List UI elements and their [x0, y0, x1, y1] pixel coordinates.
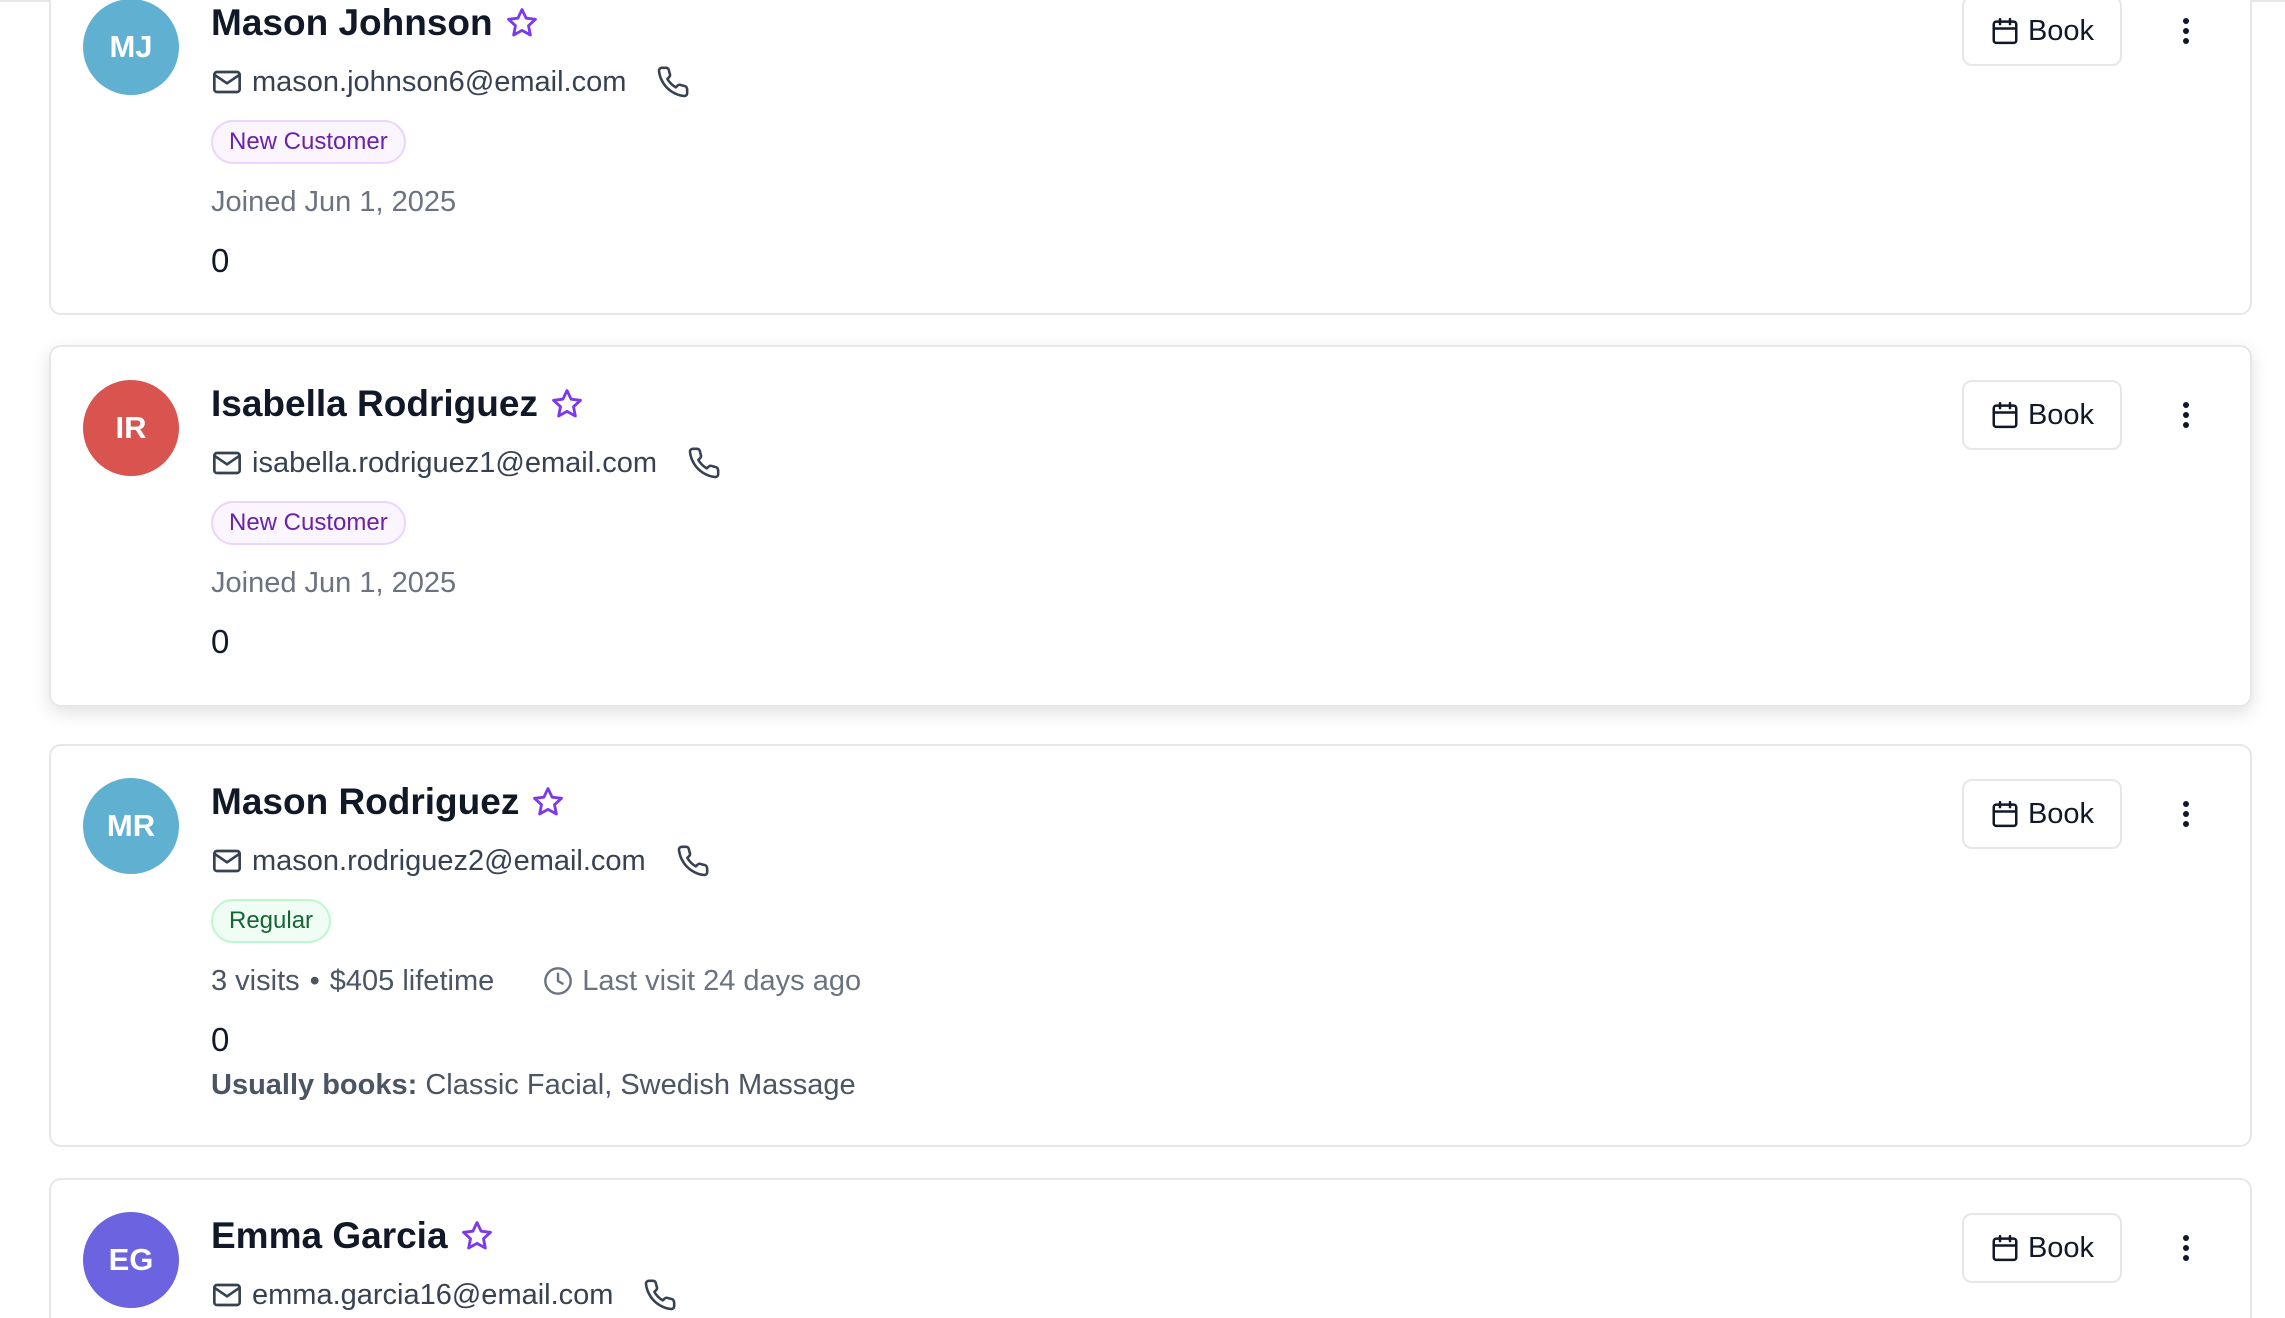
count-value: 0	[211, 1021, 230, 1058]
mail-icon	[211, 1279, 243, 1311]
phone-icon[interactable]	[676, 844, 710, 878]
mail-icon	[211, 66, 243, 98]
status-badge: Regular	[211, 899, 332, 943]
usually-books: Usually books: Classic Facial, Swedish M…	[211, 1069, 861, 1102]
last-visit: Last visit 24 days ago	[582, 964, 862, 997]
joined-date: Joined Jun 1, 2025	[211, 182, 690, 222]
more-options-icon[interactable]	[2172, 1228, 2200, 1268]
more-options-icon[interactable]	[2172, 395, 2200, 435]
count-value: 0	[211, 623, 230, 660]
customer-email[interactable]: mason.rodriguez2@email.com	[252, 845, 646, 878]
avatar-initials: MR	[106, 808, 156, 843]
avatar-initials: IR	[115, 410, 147, 445]
customer-name[interactable]: Mason Johnson	[211, 2, 493, 44]
clock-icon	[542, 965, 574, 997]
customer-name[interactable]: Emma Garcia	[211, 1215, 448, 1257]
mail-icon	[211, 447, 243, 479]
customer-card[interactable]: MJ Mason Johnson mason.johnson6@email.co…	[49, 0, 2252, 315]
joined-text: Joined Jun 1, 2025	[211, 185, 457, 218]
status-badge: New Customer	[211, 501, 406, 545]
book-button[interactable]: Book	[1962, 380, 2122, 450]
joined-text: Joined Jun 1, 2025	[211, 566, 457, 599]
customer-email[interactable]: emma.garcia16@email.com	[252, 1279, 613, 1312]
calendar-icon	[1990, 16, 2020, 46]
customer-info: Mason Rodriguez mason.rodriguez2@email.c…	[211, 777, 861, 1102]
book-label: Book	[2027, 797, 2095, 830]
separator-dot: •	[309, 964, 320, 997]
joined-date: Joined Jun 1, 2025	[211, 563, 721, 603]
customer-card[interactable]: MR Mason Rodriguez mason.rodriguez2@emai…	[49, 744, 2252, 1147]
more-options-icon[interactable]	[2172, 794, 2200, 834]
star-icon[interactable]	[460, 1219, 494, 1253]
mail-icon	[211, 845, 243, 877]
avatar: MJ	[83, 0, 179, 95]
star-icon[interactable]	[505, 6, 539, 40]
customer-info: Emma Garcia emma.garcia16@email.com	[211, 1211, 677, 1315]
calendar-icon	[1990, 1233, 2020, 1263]
status-badge: New Customer	[211, 120, 406, 164]
customer-info: Mason Johnson mason.johnson6@email.com N…	[211, 0, 690, 282]
customer-email[interactable]: mason.johnson6@email.com	[252, 66, 626, 99]
lifetime-value: $405 lifetime	[329, 964, 495, 997]
usually-books-label: Usually books:	[211, 1069, 418, 1101]
book-button[interactable]: Book	[1962, 1213, 2122, 1283]
book-button[interactable]: Book	[1962, 779, 2122, 849]
customer-card[interactable]: IR Isabella Rodriguez isabella.rodriguez…	[49, 345, 2252, 707]
avatar-initials: MJ	[109, 29, 153, 64]
book-label: Book	[2027, 398, 2095, 431]
customer-info: Isabella Rodriguez isabella.rodriguez1@e…	[211, 379, 721, 663]
count-value: 0	[211, 242, 230, 279]
avatar: EG	[83, 1212, 179, 1308]
customer-email[interactable]: isabella.rodriguez1@email.com	[252, 447, 657, 480]
visit-count: 3 visits	[211, 964, 300, 997]
avatar-initials: EG	[108, 1242, 154, 1277]
star-icon[interactable]	[531, 785, 565, 819]
calendar-icon	[1990, 400, 2020, 430]
customer-name[interactable]: Mason Rodriguez	[211, 781, 519, 823]
visit-stats: 3 visits • $405 lifetime Last visit 24 d…	[211, 961, 861, 1001]
book-button[interactable]: Book	[1962, 0, 2122, 66]
avatar: IR	[83, 380, 179, 476]
phone-icon[interactable]	[643, 1278, 677, 1312]
phone-icon[interactable]	[687, 446, 721, 480]
phone-icon[interactable]	[656, 65, 690, 99]
book-label: Book	[2027, 1231, 2095, 1264]
customer-name[interactable]: Isabella Rodriguez	[211, 383, 538, 425]
more-options-icon[interactable]	[2172, 11, 2200, 51]
book-label: Book	[2027, 14, 2095, 47]
star-icon[interactable]	[550, 387, 584, 421]
usually-books-value: Classic Facial, Swedish Massage	[425, 1069, 856, 1101]
customer-card[interactable]: EG Emma Garcia emma.garcia16@email.com B…	[49, 1178, 2252, 1318]
avatar: MR	[83, 778, 179, 874]
calendar-icon	[1990, 799, 2020, 829]
customer-list-page: MJ Mason Johnson mason.johnson6@email.co…	[0, 0, 2285, 1318]
